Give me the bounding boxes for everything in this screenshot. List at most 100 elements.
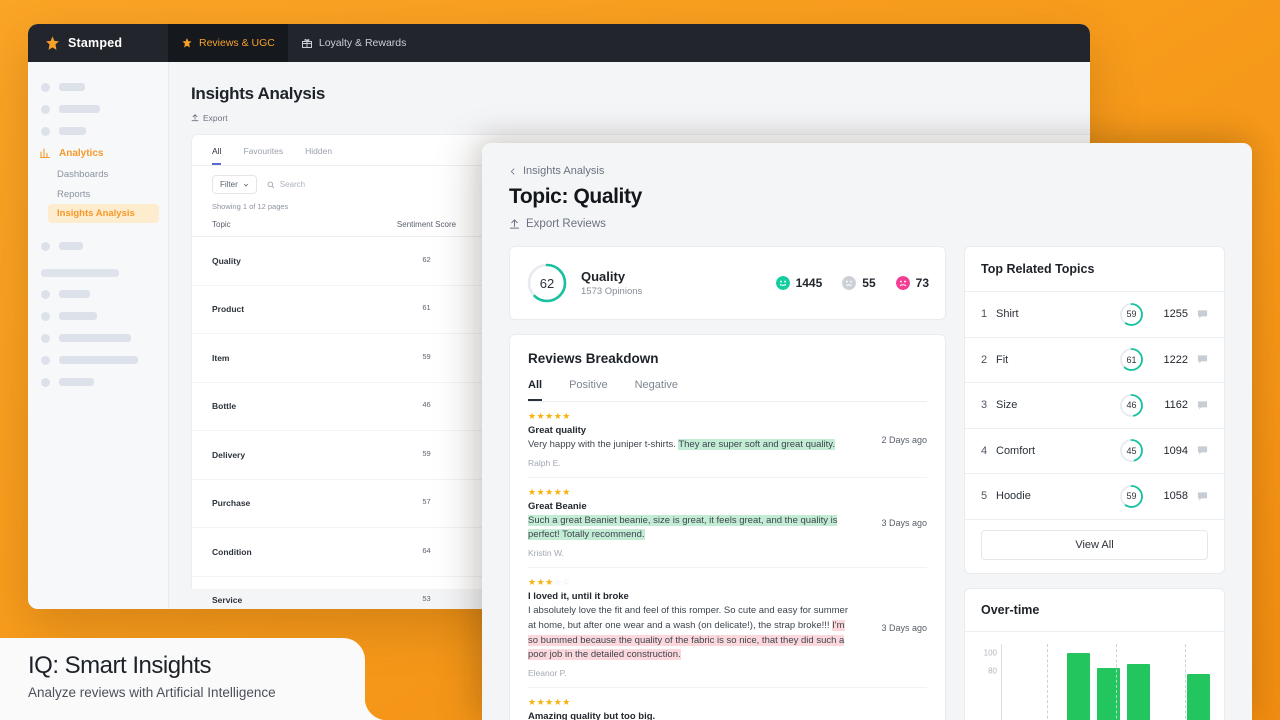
search-placeholder: Search xyxy=(279,180,306,189)
stat-negative: 73 xyxy=(895,276,929,290)
sidebar-item-insights-analysis[interactable]: Insights Analysis xyxy=(48,204,159,223)
topic-score-value: 45 xyxy=(1126,445,1137,456)
topic-score-ring: 59 xyxy=(1119,302,1144,327)
comment-bubble-icon xyxy=(1197,492,1208,501)
tab-reviews-ugc[interactable]: Reviews & UGC xyxy=(168,24,288,62)
table-tab-all[interactable]: All xyxy=(212,146,222,165)
row-topic: Product xyxy=(212,304,245,315)
topic-mention-count: 1222 xyxy=(1163,353,1188,366)
detail-left-column: 62 Quality 1573 Opinions 1445 55 73 Revi… xyxy=(509,246,946,720)
topic-rank: 1 xyxy=(981,308,988,321)
caption-subtitle: Analyze reviews with Artificial Intellig… xyxy=(28,685,276,700)
placeholder-dot xyxy=(41,311,50,321)
chart-y-tick: 80 xyxy=(988,666,997,676)
page-title: Insights Analysis xyxy=(191,84,326,103)
topic-detail-panel: Insights Analysis Topic: Quality Export … xyxy=(482,143,1252,720)
row-topic: Purchase xyxy=(212,498,251,509)
top-related-topics-card: Top Related Topics 1 Shirt 59 1255 2 Fit 61 122… xyxy=(964,246,1225,574)
sidebar-item-dashboards[interactable]: Dashboards xyxy=(28,164,168,184)
sidebar-item-analytics-label: Analytics xyxy=(59,147,104,159)
placeholder-bar xyxy=(59,105,100,113)
chart-separator xyxy=(1046,643,1048,720)
chevron-down-icon xyxy=(243,183,248,187)
chart-bar xyxy=(1067,652,1090,720)
filter-label: Filter xyxy=(220,180,238,189)
sentiment-score-donut: 62 xyxy=(526,262,568,304)
review-item[interactable]: ★★★★★Amazing quality but too big.These w… xyxy=(528,688,927,720)
view-all-button[interactable]: View All xyxy=(981,529,1208,560)
upload-icon xyxy=(509,218,520,229)
topic-row[interactable]: 4 Comfort 45 1094 xyxy=(965,429,1224,474)
review-list: ★★★★★ Great quality Very happy with the ju… xyxy=(528,402,927,720)
placeholder-dot xyxy=(41,377,50,387)
reviews-tab-negative[interactable]: Negative xyxy=(635,379,678,401)
table-tab-favourites[interactable]: Favourites xyxy=(243,146,283,165)
upload-icon xyxy=(191,114,199,122)
summary-opinion-count: 1573 Opinions xyxy=(581,286,643,297)
stat-negative-value: 73 xyxy=(915,276,929,290)
sidebar-item-analytics[interactable]: Analytics xyxy=(28,142,168,164)
reviews-tab-positive[interactable]: Positive xyxy=(569,379,608,401)
review-title: Great Beanie xyxy=(528,500,587,512)
topic-rank: 3 xyxy=(981,399,988,412)
topic-rank: 5 xyxy=(981,490,988,503)
happy-face-icon xyxy=(775,276,790,290)
detail-title: Topic: Quality xyxy=(509,185,642,208)
topic-mention-count: 1094 xyxy=(1163,444,1188,457)
sidebar-placeholder-item xyxy=(28,283,168,305)
filter-button[interactable]: Filter xyxy=(212,175,257,194)
comment-bubble-icon xyxy=(1197,355,1208,364)
placeholder-bar xyxy=(59,127,86,135)
export-reviews-label: Export Reviews xyxy=(526,218,606,230)
topic-row[interactable]: 1 Shirt 59 1255 xyxy=(965,292,1224,338)
review-title: Amazing quality but too big. xyxy=(528,711,656,720)
review-author: Eleanor P. xyxy=(528,668,567,679)
review-highlight: They are super soft and great quality. xyxy=(678,439,835,450)
placeholder-bar xyxy=(59,242,83,250)
chevron-left-icon xyxy=(510,167,515,175)
chart-separator xyxy=(1115,643,1117,720)
sidebar-item-reports[interactable]: Reports xyxy=(28,184,168,204)
review-item[interactable]: ★★★★★ Great quality Very happy with the ju… xyxy=(528,402,927,478)
tab-loyalty-rewards[interactable]: Loyalty & Rewards xyxy=(288,24,420,62)
top-navigation-bar: Stamped Reviews & UGC Loyalty & Rewards xyxy=(28,24,1090,62)
star-rating-icon: ★★★★★ xyxy=(528,486,571,497)
review-item[interactable]: ★★★★★ Great Beanie Such a great Beaniet be… xyxy=(528,478,927,569)
topic-rank: 2 xyxy=(981,353,988,366)
review-highlight: I'm so bummed because the quality of the… xyxy=(528,619,845,661)
topic-score-ring: 59 xyxy=(1119,484,1144,509)
top-related-topics-title: Top Related Topics xyxy=(981,262,1095,276)
chart-bar xyxy=(1187,674,1210,720)
export-button[interactable]: Export xyxy=(191,113,1090,123)
caption-title: IQ: Smart Insights xyxy=(28,652,212,679)
topic-row[interactable]: 3 Size 46 1162 xyxy=(965,383,1224,429)
sidebar: Analytics Dashboards Reports Insights An… xyxy=(28,62,169,609)
review-body: Such a great Beaniet beanie, size is gre… xyxy=(528,514,853,543)
bar-chart-icon xyxy=(39,148,51,159)
chart-y-axis: 100 80 xyxy=(975,644,1001,720)
review-item[interactable]: ★★★☆☆ I loved it, until it broke I absolut… xyxy=(528,568,927,689)
export-reviews-button[interactable]: Export Reviews xyxy=(509,218,1225,230)
placeholder-dot xyxy=(41,126,50,136)
review-title: I loved it, until it broke xyxy=(528,591,629,603)
topic-name: Shirt xyxy=(996,308,1019,321)
placeholder-bar xyxy=(59,290,90,298)
review-date: 3 Days ago xyxy=(881,517,927,528)
topic-row[interactable]: 5 Hoodie 59 1058 xyxy=(965,474,1224,520)
stat-neutral-value: 55 xyxy=(862,276,876,290)
row-topic: Condition xyxy=(212,546,252,557)
sidebar-placeholder-item xyxy=(28,98,168,120)
star-icon xyxy=(46,35,59,50)
back-to-insights-link[interactable]: Insights Analysis xyxy=(509,165,1225,177)
table-tab-hidden[interactable]: Hidden xyxy=(305,146,332,165)
search-input[interactable]: Search xyxy=(267,180,305,189)
over-time-chart: 100 80 xyxy=(965,632,1224,720)
top-related-topics-list: 1 Shirt 59 1255 2 Fit 61 1222 3 Size 46 1162 4 Comfor… xyxy=(965,292,1224,520)
review-highlight: Such a great Beaniet beanie, size is gre… xyxy=(528,514,838,541)
reviews-tab-all[interactable]: All xyxy=(528,379,543,401)
placeholder-bar xyxy=(59,378,94,386)
sidebar-placeholder-item xyxy=(28,120,168,142)
topic-row[interactable]: 2 Fit 61 1222 xyxy=(965,338,1224,383)
brand-logo: Stamped xyxy=(28,35,168,52)
tab-reviews-ugc-label: Reviews & UGC xyxy=(199,37,275,49)
